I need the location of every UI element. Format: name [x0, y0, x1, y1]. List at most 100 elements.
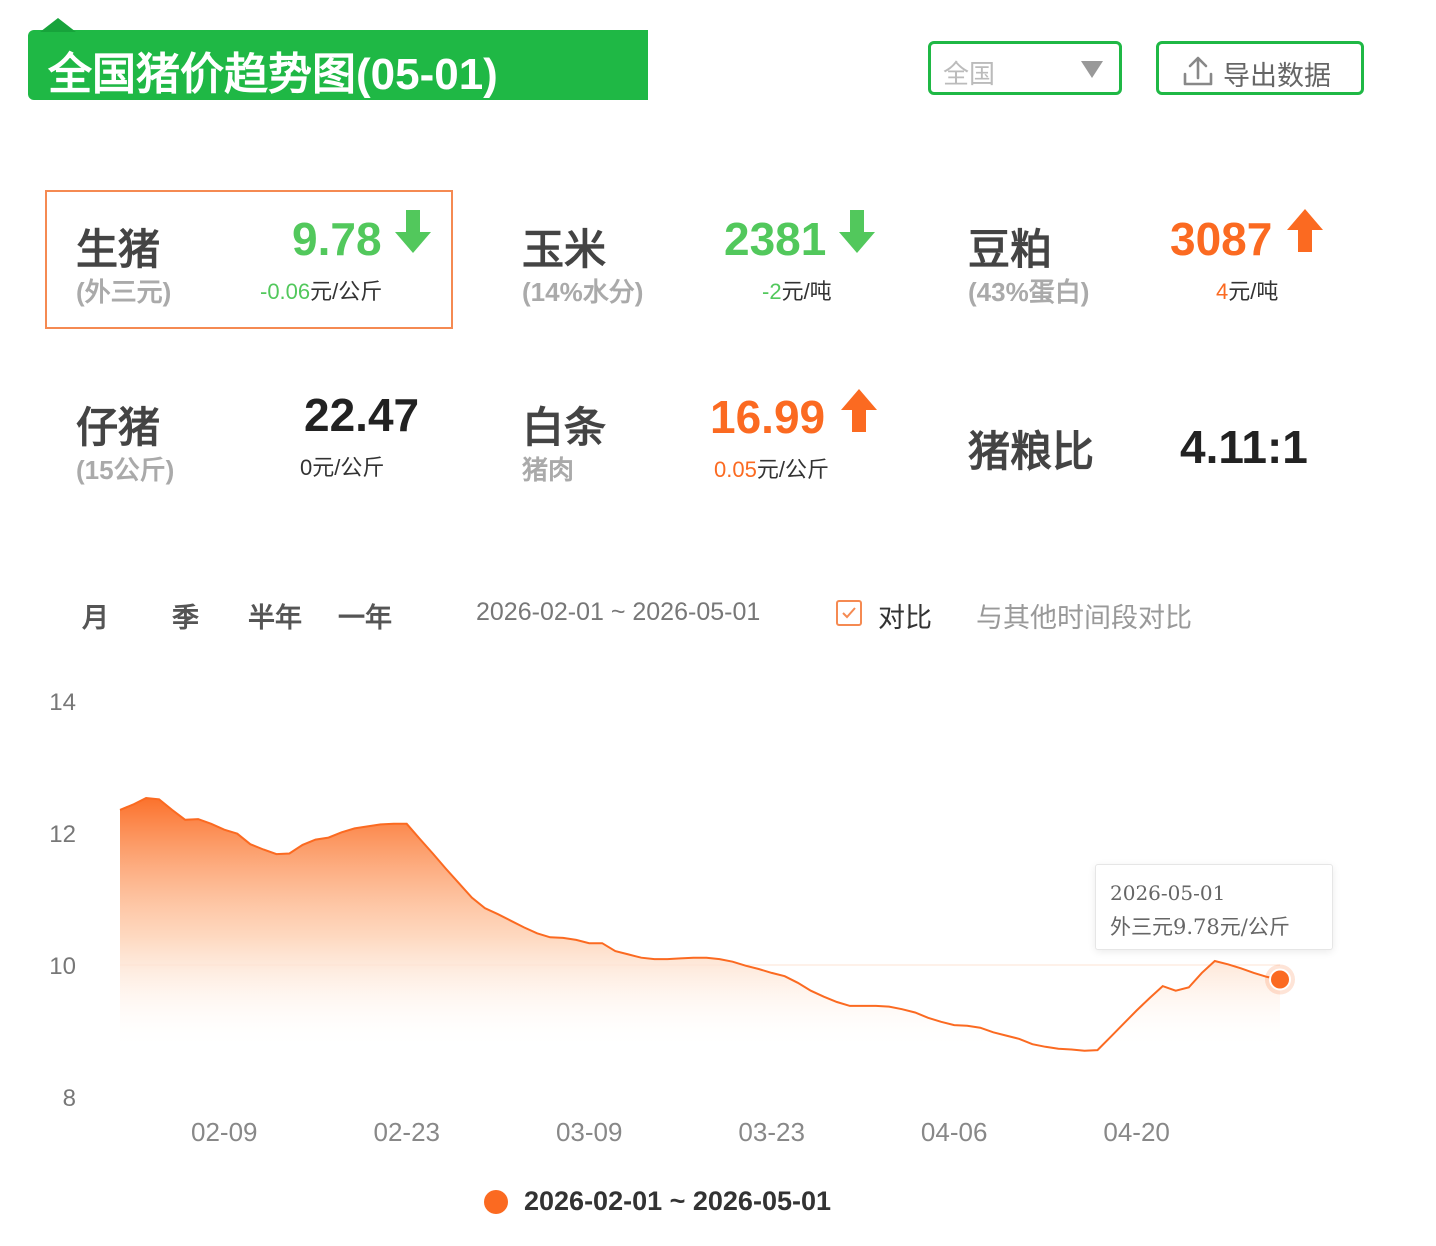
data-point[interactable]	[1096, 1048, 1100, 1052]
data-point[interactable]	[757, 967, 761, 971]
data-point[interactable]	[1056, 1047, 1060, 1051]
data-point[interactable]	[1082, 1049, 1086, 1053]
data-point[interactable]	[379, 822, 383, 826]
data-point[interactable]	[861, 1004, 865, 1008]
data-point[interactable]	[496, 912, 500, 916]
data-point[interactable]	[314, 838, 318, 842]
card-corn[interactable]: 玉米 (14%水分) 2381 -2元/吨	[522, 210, 882, 316]
data-point[interactable]	[431, 851, 435, 855]
data-point[interactable]	[874, 1004, 878, 1008]
data-point[interactable]	[535, 931, 539, 935]
data-point[interactable]	[744, 964, 748, 968]
data-point[interactable]	[1122, 1022, 1126, 1026]
data-point[interactable]	[483, 906, 487, 910]
data-point[interactable]	[1043, 1045, 1047, 1049]
data-point[interactable]	[1004, 1034, 1008, 1038]
data-point[interactable]	[418, 837, 422, 841]
data-point[interactable]	[1239, 966, 1243, 970]
data-point[interactable]	[1174, 989, 1178, 993]
data-point[interactable]	[665, 957, 669, 961]
data-point[interactable]	[340, 830, 344, 834]
export-data-button[interactable]: 导出数据	[1156, 41, 1364, 95]
data-point[interactable]	[691, 956, 695, 960]
data-point[interactable]	[731, 960, 735, 964]
data-point[interactable]	[796, 981, 800, 985]
data-point[interactable]	[248, 842, 252, 846]
tab-month[interactable]: 月	[82, 596, 109, 635]
data-point[interactable]	[470, 896, 474, 900]
data-point[interactable]	[678, 956, 682, 960]
data-point[interactable]	[1030, 1042, 1034, 1046]
data-point[interactable]	[353, 826, 357, 830]
data-point[interactable]	[118, 808, 122, 812]
data-point[interactable]	[978, 1026, 982, 1030]
data-point[interactable]	[235, 832, 239, 836]
data-point[interactable]	[366, 824, 370, 828]
data-point[interactable]	[822, 995, 826, 999]
data-point[interactable]	[300, 843, 304, 847]
data-point[interactable]	[144, 796, 148, 800]
data-point[interactable]	[209, 822, 213, 826]
data-point[interactable]	[705, 956, 709, 960]
card-pork-carcass[interactable]: 白条 猪肉 16.99 0.05元/公斤	[522, 389, 882, 494]
data-point[interactable]	[392, 822, 396, 826]
data-point[interactable]	[952, 1023, 956, 1027]
compare-other-period-link[interactable]: 与其他时间段对比	[976, 596, 1192, 635]
data-point[interactable]	[405, 822, 409, 826]
date-range-picker[interactable]: 2026-02-01 ~ 2026-05-01	[476, 598, 760, 627]
data-point[interactable]	[1213, 959, 1217, 963]
data-point[interactable]	[939, 1020, 943, 1024]
data-point[interactable]	[274, 852, 278, 856]
data-point[interactable]	[926, 1016, 930, 1020]
data-point[interactable]	[287, 851, 291, 855]
data-point[interactable]	[1109, 1035, 1113, 1039]
data-point[interactable]	[613, 949, 617, 953]
data-point[interactable]	[574, 938, 578, 942]
data-point[interactable]	[652, 957, 656, 961]
data-point[interactable]	[222, 828, 226, 832]
data-point[interactable]	[131, 803, 135, 807]
data-point[interactable]	[261, 848, 265, 852]
data-point[interactable]	[600, 941, 604, 945]
active-data-point[interactable]	[1269, 968, 1291, 991]
tab-half-year[interactable]: 半年	[248, 596, 302, 635]
data-point[interactable]	[913, 1011, 917, 1015]
data-point[interactable]	[783, 974, 787, 978]
card-piglet[interactable]: 仔猪 (15公斤) 22.47 0元/公斤	[76, 389, 436, 494]
data-point[interactable]	[965, 1024, 969, 1028]
card-soybean-meal[interactable]: 豆粕 (43%蛋白) 3087 4元/吨	[968, 209, 1328, 316]
data-point[interactable]	[548, 935, 552, 939]
data-point[interactable]	[1161, 984, 1165, 988]
data-point[interactable]	[770, 971, 774, 975]
data-point[interactable]	[509, 919, 513, 923]
data-point[interactable]	[991, 1030, 995, 1034]
data-point[interactable]	[639, 956, 643, 960]
data-point[interactable]	[196, 817, 200, 821]
data-point[interactable]	[848, 1004, 852, 1008]
compare-checkbox[interactable]	[836, 600, 862, 626]
data-point[interactable]	[183, 818, 187, 822]
data-point[interactable]	[1226, 962, 1230, 966]
card-hog-grain-ratio[interactable]: 猪粮比 4.11:1	[968, 418, 1328, 498]
data-point[interactable]	[900, 1007, 904, 1011]
data-point[interactable]	[327, 836, 331, 840]
data-point[interactable]	[835, 1000, 839, 1004]
data-point[interactable]	[1200, 971, 1204, 975]
data-point[interactable]	[522, 925, 526, 929]
data-point[interactable]	[626, 952, 630, 956]
data-point[interactable]	[1148, 996, 1152, 1000]
data-point[interactable]	[444, 867, 448, 871]
data-point[interactable]	[809, 989, 813, 993]
data-point[interactable]	[561, 936, 565, 940]
data-point[interactable]	[157, 797, 161, 801]
data-point[interactable]	[1252, 971, 1256, 975]
data-point[interactable]	[170, 808, 174, 812]
data-point[interactable]	[1069, 1047, 1073, 1051]
tab-quarter[interactable]: 季	[172, 596, 199, 635]
region-select[interactable]: 全国	[928, 41, 1122, 95]
data-point[interactable]	[1017, 1037, 1021, 1041]
data-point[interactable]	[887, 1005, 891, 1009]
data-point[interactable]	[718, 957, 722, 961]
data-point[interactable]	[1187, 985, 1191, 989]
card-live-hog[interactable]: 生猪 (外三元) 9.78 -0.06元/公斤	[76, 210, 436, 316]
